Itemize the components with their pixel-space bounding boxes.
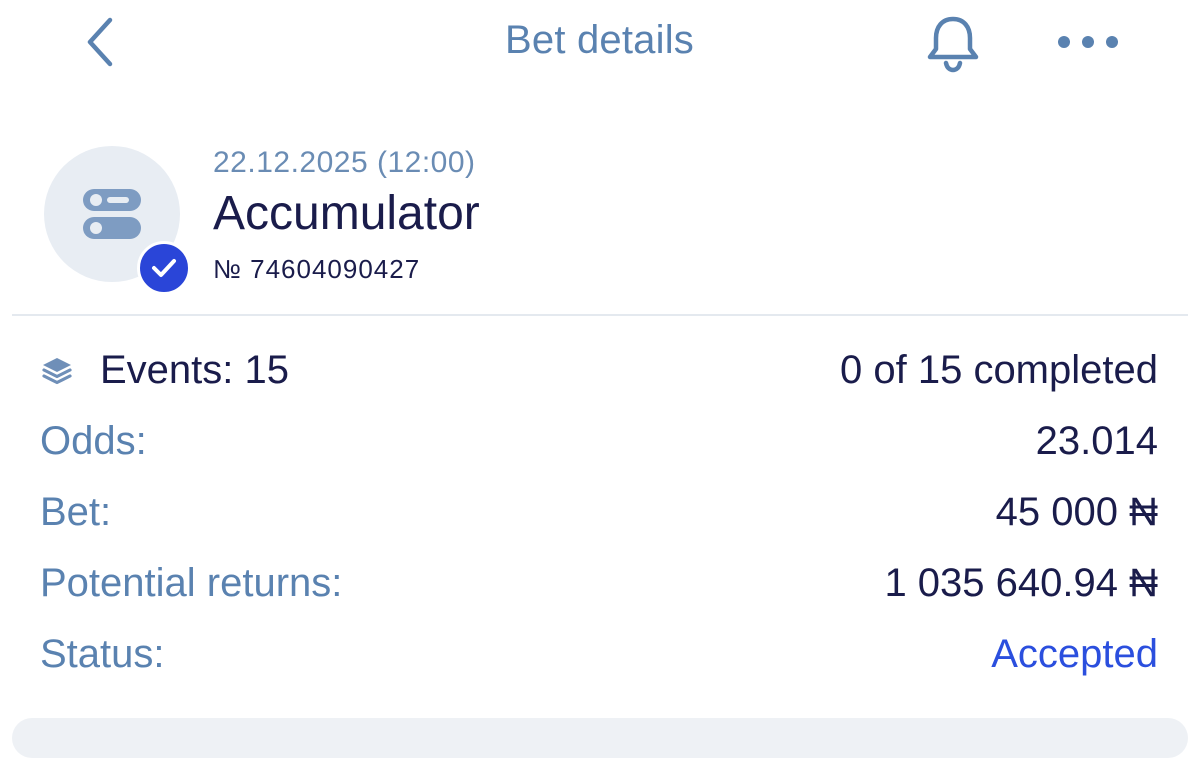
odds-label: Odds: (40, 419, 147, 463)
bet-number: № 74604090427 (213, 254, 421, 284)
top-bar: Bet details (0, 0, 1199, 90)
accepted-badge (137, 241, 191, 295)
odds-row: Odds: 23.014 (0, 407, 1199, 478)
more-options-button[interactable] (1052, 20, 1124, 64)
bet-date: 22.12.2025 (12:00) (213, 146, 476, 179)
bet-type: Accumulator (213, 187, 480, 240)
stake-value: 45 000 ₦ (995, 490, 1158, 534)
bell-icon (927, 16, 979, 73)
events-label: Events: 15 (100, 348, 290, 392)
stake-label: Bet: (40, 490, 112, 534)
potential-returns-value: 1 035 640.94 ₦ (884, 561, 1158, 605)
accumulator-icon (83, 189, 141, 239)
more-horizontal-icon (1058, 36, 1118, 48)
checkmark-icon (152, 259, 176, 277)
bet-details-list: Events: 15 0 of 15 completed Odds: 23.01… (0, 336, 1199, 691)
odds-value: 23.014 (1035, 419, 1158, 463)
status-label: Status: (40, 632, 165, 676)
bottom-card (12, 718, 1188, 758)
divider (12, 314, 1188, 316)
events-row[interactable]: Events: 15 0 of 15 completed (0, 336, 1199, 407)
stake-row: Bet: 45 000 ₦ (0, 478, 1199, 549)
status-value: Accepted (991, 632, 1158, 676)
bet-summary: 22.12.2025 (12:00) Accumulator № 7460409… (0, 140, 1199, 300)
potential-returns-label: Potential returns: (40, 561, 343, 605)
page-title: Bet details (505, 18, 694, 62)
potential-returns-row: Potential returns: 1 035 640.94 ₦ (0, 549, 1199, 620)
status-row: Status: Accepted (0, 620, 1199, 691)
notification-button[interactable] (922, 12, 984, 74)
events-label-group: Events: 15 (40, 348, 289, 393)
events-progress: 0 of 15 completed (840, 348, 1158, 392)
layers-icon (42, 357, 72, 384)
